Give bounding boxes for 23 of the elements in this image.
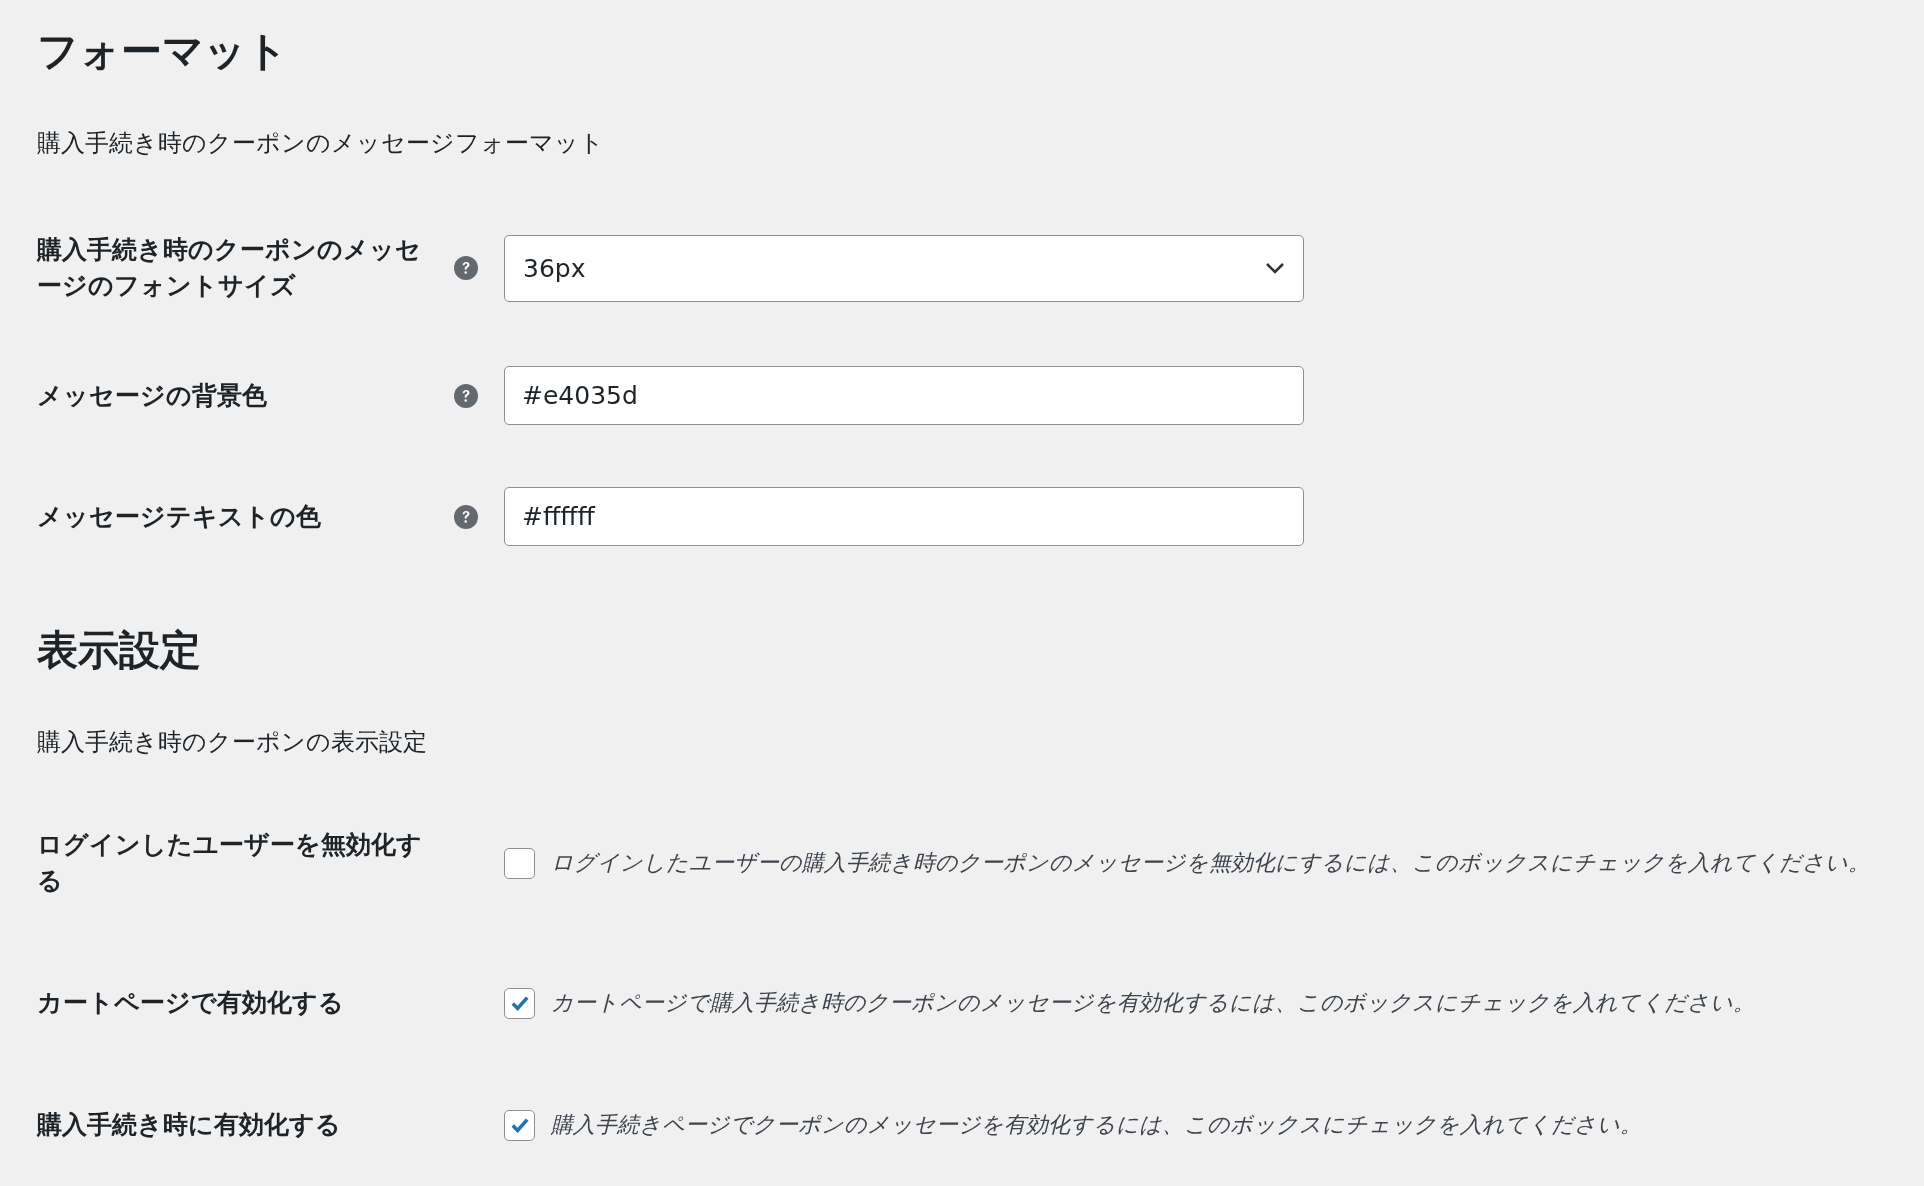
field-label: メッセージテキストの色 [37,500,322,533]
field-label: 購入手続き時のクーポンのメッセージのフォントサイズ [37,234,422,302]
color-input[interactable]: #ffffff [504,487,1304,546]
help-icon[interactable] [453,383,478,408]
section-heading: フォーマット [37,26,289,76]
checkbox[interactable] [504,847,535,879]
checkbox-description: 購入手続きページでクーポンのメッセージを有効化するには、このボックスにチェックを入れてください。 [551,1111,1642,1139]
field-label: ログインしたユーザーを無効化する [37,829,423,897]
field-label: 購入手続き時に有効化する [37,1109,342,1141]
checkbox[interactable] [504,1109,535,1141]
section-description: 購入手続き時のクーポンのメッセージフォーマット [37,128,605,158]
chevron-down-icon [1265,262,1285,274]
help-icon[interactable] [453,256,478,280]
section-heading: 表示設定 [37,625,202,675]
checkbox[interactable] [504,987,535,1019]
help-icon[interactable] [453,504,478,529]
color-input[interactable]: #e4035d [504,366,1304,425]
section-description: 購入手続き時のクーポンの表示設定 [37,727,428,757]
field-label: メッセージの背景色 [37,379,268,412]
checkbox-description: カートページで購入手続き時のクーポンのメッセージを有効化するには、このボックスにチェックを入れてください。 [551,989,1755,1017]
field-label: カートページで有効化する [37,987,345,1019]
font-size-select[interactable]: 36px [504,234,1304,302]
checkbox-description: ログインしたユーザーの購入手続き時のクーポンのメッセージを無効化にするには、このボックスにチェックを入れてください。 [551,849,1870,877]
